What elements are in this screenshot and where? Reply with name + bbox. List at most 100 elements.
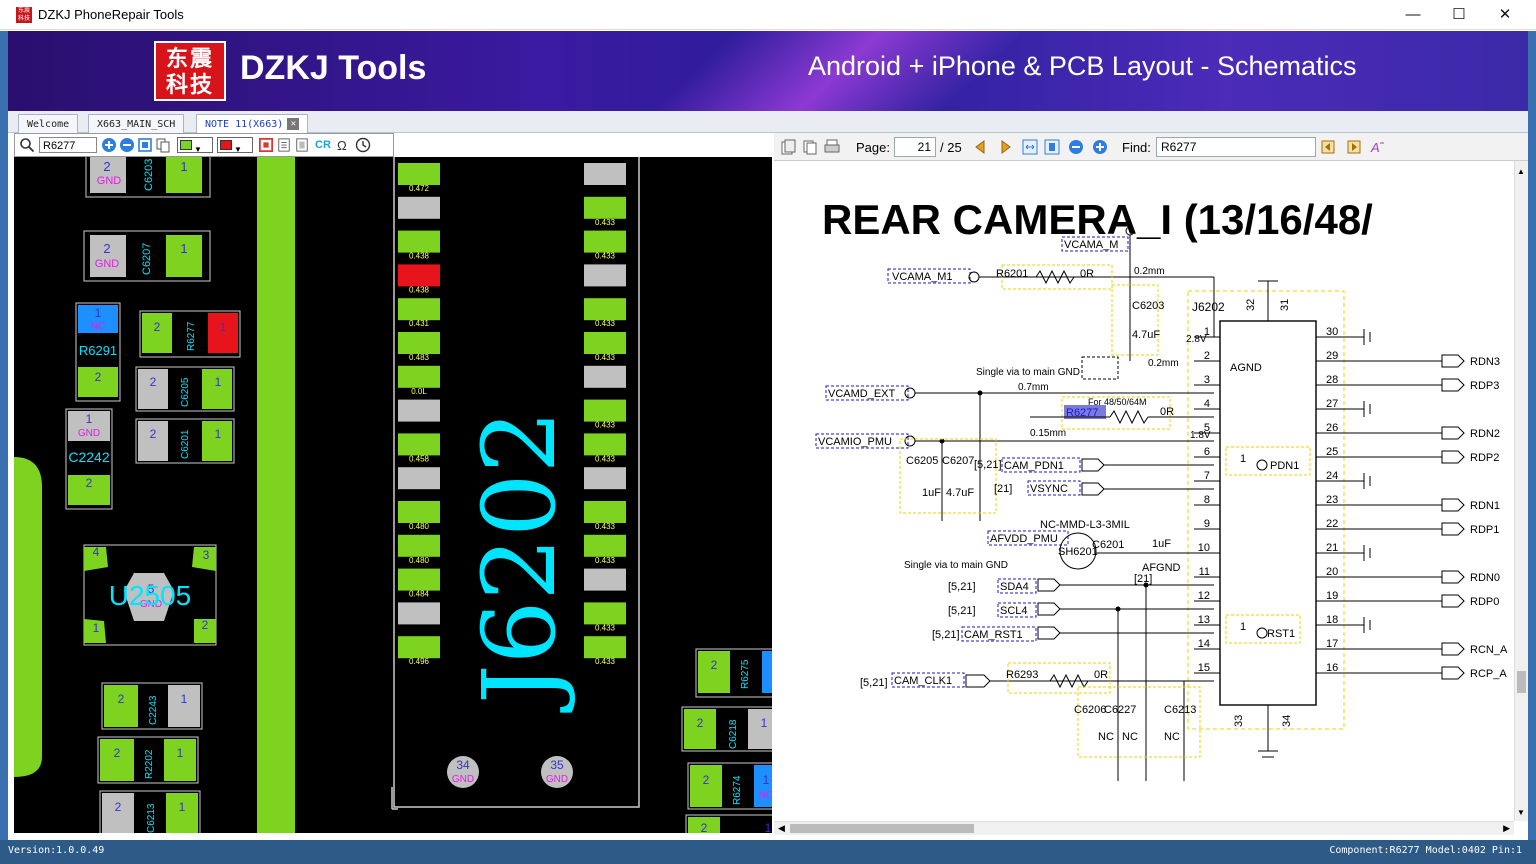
page-number-input[interactable]: 21 <box>894 137 936 157</box>
connector-pad[interactable] <box>398 163 440 185</box>
previous-page-icon[interactable] <box>972 139 988 155</box>
connector-pad[interactable] <box>398 264 440 287</box>
maximize-button[interactable]: ☐ <box>1436 0 1482 30</box>
pin-number: 1 <box>763 773 770 787</box>
cr-button[interactable]: CR <box>315 137 333 153</box>
connector-pad[interactable] <box>584 602 626 625</box>
highlight-text-icon[interactable]: A <box>1370 139 1386 155</box>
minimize-button[interactable]: — <box>1390 0 1436 30</box>
scroll-left-icon[interactable]: ◀ <box>778 823 785 834</box>
connector-pad[interactable] <box>398 196 440 219</box>
pcb-layout-view[interactable]: 2 GND 1 C6203 2 GND 1 C6207 1 NC R6291 2 <box>14 157 772 833</box>
connector-pad[interactable] <box>398 534 440 557</box>
connector-pad[interactable] <box>584 534 626 557</box>
fit-width-icon[interactable] <box>1022 139 1038 155</box>
component-r6277[interactable]: 2 1 R6277 <box>139 310 241 358</box>
gnd-pad-34[interactable]: 34 GND <box>447 756 479 788</box>
connector-pad[interactable] <box>584 399 626 422</box>
copy-icon[interactable] <box>155 137 171 153</box>
component-r2202[interactable]: 2 1 R2202 <box>97 736 199 784</box>
tab-close-icon[interactable]: ✕ <box>287 118 300 130</box>
search-icon[interactable] <box>19 137 35 153</box>
component-c2243[interactable]: 2 1 C2243 <box>101 682 203 730</box>
component-r6274[interactable]: 2 1 NC R6274 <box>687 762 772 810</box>
connector-pad[interactable] <box>584 501 626 523</box>
scroll-up-icon[interactable]: ▲ <box>1517 167 1525 176</box>
connector-pad[interactable] <box>398 602 440 625</box>
horizontal-scrollbar[interactable]: ◀ ▶ <box>774 821 1514 835</box>
connector-pad[interactable] <box>398 332 440 354</box>
component-c6205[interactable]: 2 1 C6205 <box>135 366 235 412</box>
vertical-scrollbar[interactable]: ▲ ▼ <box>1514 161 1528 821</box>
component-search-input[interactable]: R6277 <box>39 137 97 153</box>
layer-icon[interactable] <box>259 137 273 153</box>
component-c6218[interactable]: 2 1 C6218 <box>681 706 772 752</box>
highlight-color-picker[interactable]: ▼ <box>217 137 253 154</box>
connector-pad[interactable] <box>584 264 626 287</box>
scroll-right-icon[interactable]: ▶ <box>1503 823 1510 834</box>
find-next-icon[interactable] <box>1346 139 1362 155</box>
connector-pad[interactable] <box>584 230 626 253</box>
net-label: CAM_CLK1 <box>894 675 952 687</box>
component-c6213[interactable]: 2 1 C6213 <box>99 790 201 833</box>
tab-x663-main-sch[interactable]: X663_MAIN_SCH <box>88 114 185 133</box>
connector-pad[interactable] <box>584 467 626 490</box>
connector-pad[interactable] <box>584 298 626 321</box>
component-u2505[interactable]: 4 3 5 GND 1 2 U2505 <box>83 544 217 646</box>
close-button[interactable]: ✕ <box>1482 0 1528 30</box>
fit-page-icon[interactable] <box>1044 139 1060 155</box>
zoom-in-icon[interactable] <box>1092 139 1108 155</box>
fit-view-icon[interactable] <box>137 137 153 153</box>
connector-pad[interactable] <box>584 332 626 354</box>
board-icon[interactable] <box>277 137 291 153</box>
find-previous-icon[interactable] <box>1320 139 1336 155</box>
connector-pad[interactable] <box>398 433 440 456</box>
connector-pad[interactable] <box>398 568 440 591</box>
component-r6291[interactable]: 1 NC R6291 2 <box>75 302 121 402</box>
tab-note11-x663[interactable]: NOTE 11(X663) ✕ <box>196 114 309 133</box>
net-label: AFVDD_PMU <box>990 533 1058 545</box>
next-page-icon[interactable] <box>998 139 1014 155</box>
zoom-out-icon[interactable] <box>119 137 135 153</box>
copy-page-icon[interactable] <box>802 139 818 155</box>
find-input[interactable]: R6277 <box>1156 137 1316 157</box>
ohm-icon[interactable]: Ω <box>335 137 351 153</box>
partial-component[interactable]: 2 1 <box>685 814 772 833</box>
schematic-view[interactable]: REAR CAMERA_I (13/16/48/ J6202 AGND 32 3… <box>774 161 1514 821</box>
connector-pad[interactable] <box>584 636 626 659</box>
component-ref: R6277 <box>186 321 197 351</box>
zoom-in-icon[interactable] <box>101 137 117 153</box>
connector-pad[interactable] <box>398 501 440 523</box>
scroll-thumb[interactable] <box>1517 671 1526 693</box>
connector-pad[interactable] <box>398 230 440 253</box>
component-c2242[interactable]: 1 GND C2242 2 <box>65 408 113 510</box>
component-r6275[interactable]: 2 R6275 <box>695 648 772 698</box>
component-list-icon[interactable] <box>295 137 309 153</box>
component-value: 4.7uF <box>946 487 974 499</box>
connector-pad[interactable] <box>584 433 626 456</box>
pin-number: 6 <box>1204 446 1210 458</box>
diode-mode-icon[interactable] <box>355 137 371 153</box>
scroll-down-icon[interactable]: ▼ <box>1517 808 1525 817</box>
connector-pad[interactable] <box>398 467 440 490</box>
connector-pad[interactable] <box>584 365 626 388</box>
open-file-icon[interactable] <box>780 139 796 155</box>
scroll-thumb[interactable] <box>790 824 974 833</box>
connector-pad[interactable] <box>398 365 440 388</box>
pad-color-picker[interactable]: ▼ <box>177 137 213 154</box>
connector-pad[interactable] <box>398 399 440 422</box>
tab-welcome[interactable]: Welcome <box>18 114 79 133</box>
zoom-out-icon[interactable] <box>1068 139 1084 155</box>
component-c6203[interactable]: 2 GND 1 C6203 <box>85 157 211 198</box>
connector-pad[interactable] <box>584 568 626 591</box>
print-icon[interactable] <box>824 139 840 155</box>
connector-pad[interactable] <box>398 298 440 321</box>
connector-pad[interactable] <box>398 636 440 659</box>
connector-pad[interactable] <box>584 196 626 219</box>
component-c6201[interactable]: 2 1 C6201 <box>135 418 235 464</box>
gnd-pad-35[interactable]: 35 GND <box>541 756 573 788</box>
connector-pad[interactable] <box>584 163 626 185</box>
component-c6207[interactable]: 2 GND 1 C6207 <box>83 230 211 282</box>
pin-number: 2 <box>154 320 161 334</box>
schematic-title: REAR CAMERA_I (13/16/48/ <box>822 196 1373 243</box>
